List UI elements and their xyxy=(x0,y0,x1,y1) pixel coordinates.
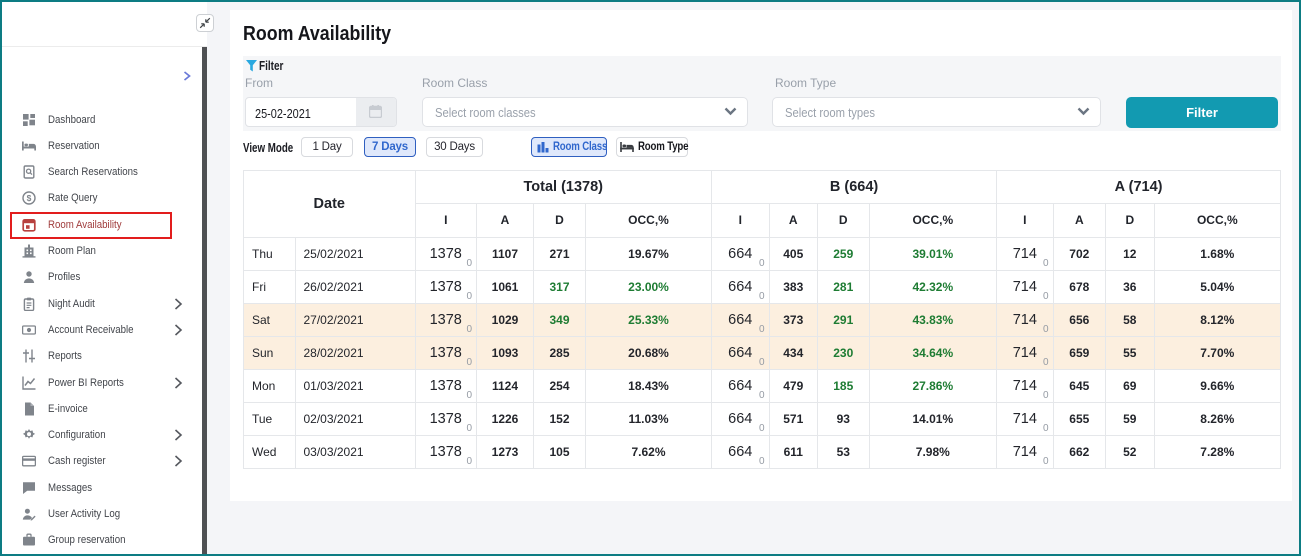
svg-text:$: $ xyxy=(27,193,32,203)
